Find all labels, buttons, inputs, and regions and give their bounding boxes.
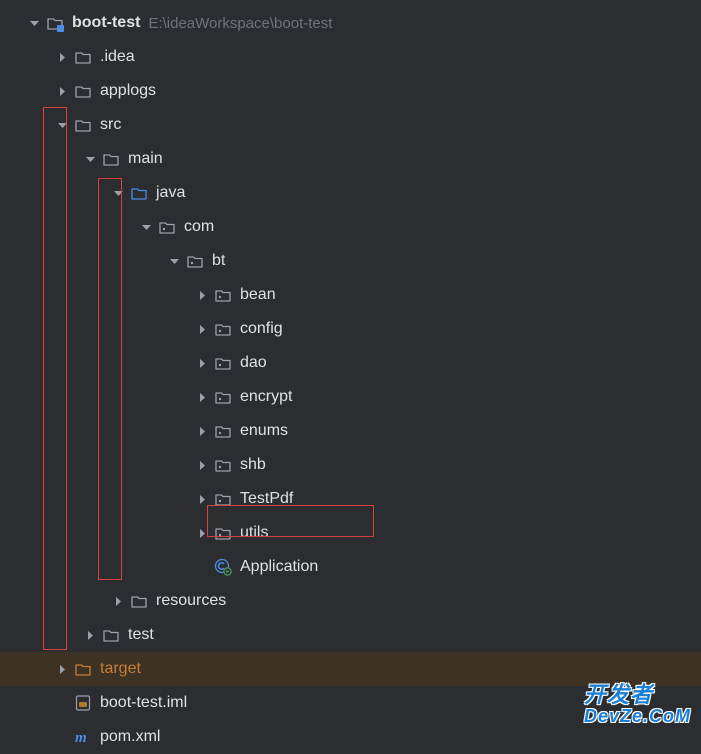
tree-row-bt[interactable]: bt (0, 244, 701, 278)
tree-row-dao[interactable]: dao (0, 346, 701, 380)
item-label: Application (240, 558, 318, 576)
package-icon (212, 420, 234, 442)
item-label: com (184, 218, 214, 236)
tree-row-resources[interactable]: resources (0, 584, 701, 618)
class-run-icon (212, 556, 234, 578)
folder-target-icon (72, 658, 94, 680)
chevron-right-icon (192, 426, 212, 437)
chevron-right-icon (52, 664, 72, 675)
watermark-line2: DevZe.CoM (584, 707, 691, 727)
tree-row-config[interactable]: config (0, 312, 701, 346)
package-icon (212, 386, 234, 408)
package-icon (212, 284, 234, 306)
item-label: utils (240, 524, 268, 542)
chevron-down-icon (52, 120, 72, 131)
item-label: resources (156, 592, 226, 610)
chevron-right-icon (52, 86, 72, 97)
tree-row-com[interactable]: com (0, 210, 701, 244)
root-label: boot-test (72, 14, 140, 32)
package-icon (212, 488, 234, 510)
item-label: src (100, 116, 121, 134)
package-icon (212, 454, 234, 476)
folder-source-icon (128, 182, 150, 204)
package-icon (212, 352, 234, 374)
item-label: config (240, 320, 283, 338)
folder-icon (72, 80, 94, 102)
iml-file-icon (72, 692, 94, 714)
tree-row-application[interactable]: Application (0, 550, 701, 584)
chevron-right-icon (52, 52, 72, 63)
item-label: .idea (100, 48, 135, 66)
chevron-right-icon (192, 494, 212, 505)
tree-row-bean[interactable]: bean (0, 278, 701, 312)
package-icon (212, 522, 234, 544)
module-folder-icon (44, 12, 66, 34)
item-label: main (128, 150, 163, 168)
item-label: target (100, 660, 141, 678)
chevron-right-icon (192, 392, 212, 403)
chevron-down-icon (136, 222, 156, 233)
item-label: test (128, 626, 154, 644)
maven-icon (72, 726, 94, 748)
folder-icon (128, 590, 150, 612)
package-icon (156, 216, 178, 238)
folder-icon (72, 46, 94, 68)
package-icon (212, 318, 234, 340)
item-label: pom.xml (100, 728, 160, 746)
chevron-down-icon (24, 18, 44, 29)
item-label: dao (240, 354, 267, 372)
tree-row-utils[interactable]: utils (0, 516, 701, 550)
watermark-line1: 开发者 (584, 683, 691, 707)
root-path: E:\ideaWorkspace\boot-test (148, 15, 332, 32)
chevron-right-icon (192, 358, 212, 369)
tree-row-test[interactable]: test (0, 618, 701, 652)
folder-icon (100, 148, 122, 170)
item-label: shb (240, 456, 266, 474)
project-tree: boot-test E:\ideaWorkspace\boot-test .id… (0, 0, 701, 754)
item-label: TestPdf (240, 490, 293, 508)
item-label: bean (240, 286, 276, 304)
tree-row-testpdf[interactable]: TestPdf (0, 482, 701, 516)
tree-row-main[interactable]: main (0, 142, 701, 176)
item-label: boot-test.iml (100, 694, 187, 712)
tree-row-src[interactable]: src (0, 108, 701, 142)
watermark: 开发者 DevZe.CoM (584, 683, 691, 727)
chevron-right-icon (192, 324, 212, 335)
chevron-right-icon (108, 596, 128, 607)
item-label: encrypt (240, 388, 292, 406)
chevron-down-icon (80, 154, 100, 165)
chevron-down-icon (108, 188, 128, 199)
folder-icon (72, 114, 94, 136)
tree-row-shb[interactable]: shb (0, 448, 701, 482)
item-label: enums (240, 422, 288, 440)
folder-icon (100, 624, 122, 646)
tree-row-idea[interactable]: .idea (0, 40, 701, 74)
item-label: applogs (100, 82, 156, 100)
tree-row-target[interactable]: target (0, 652, 701, 686)
chevron-right-icon (80, 630, 100, 641)
item-label: java (156, 184, 185, 202)
item-label: bt (212, 252, 225, 270)
chevron-right-icon (192, 290, 212, 301)
chevron-down-icon (164, 256, 184, 267)
tree-row-encrypt[interactable]: encrypt (0, 380, 701, 414)
chevron-right-icon (192, 460, 212, 471)
tree-row-root[interactable]: boot-test E:\ideaWorkspace\boot-test (0, 6, 701, 40)
tree-row-applogs[interactable]: applogs (0, 74, 701, 108)
package-icon (184, 250, 206, 272)
chevron-right-icon (192, 528, 212, 539)
tree-row-enums[interactable]: enums (0, 414, 701, 448)
tree-row-java[interactable]: java (0, 176, 701, 210)
